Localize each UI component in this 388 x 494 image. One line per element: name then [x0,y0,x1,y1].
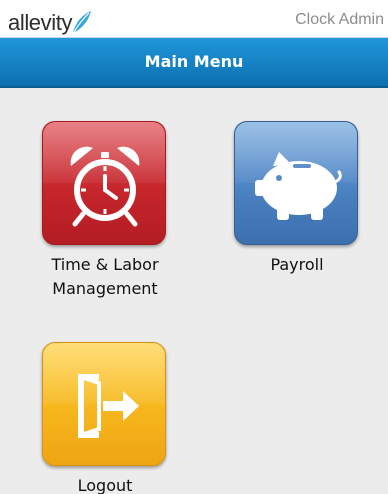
logout-label: Logout [77,476,133,494]
logout-button[interactable]: Logout [42,342,168,494]
allevity-logo: allevity [8,5,92,35]
brand-name: allevity [8,10,73,35]
time-labor-label-line1: Time & Labor [51,255,159,274]
top-bar: allevity Clock Admin [0,0,388,38]
time-labor-label: Time & Labor Management [42,253,168,301]
payroll-button[interactable]: Payroll [234,121,360,277]
time-labor-tile[interactable] [42,121,166,245]
piggy-bank-icon [255,152,342,220]
payroll-tile[interactable] [234,121,358,245]
alarm-clock-icon [70,146,140,227]
leaf-logo-icon [73,11,92,33]
user-role-label: Clock Admin [295,11,384,28]
payroll-label: Payroll [270,255,324,274]
time-labor-management-button[interactable]: Time & Labor Management [42,121,168,301]
time-labor-label-line2: Management [52,279,158,298]
main-menu-screen: allevity Clock Admin Main Menu Time & La… [0,0,388,494]
logout-tile[interactable] [42,342,166,466]
title-bar: Main Menu [0,38,388,88]
page-title: Main Menu [144,52,244,71]
exit-door-icon [78,374,139,438]
